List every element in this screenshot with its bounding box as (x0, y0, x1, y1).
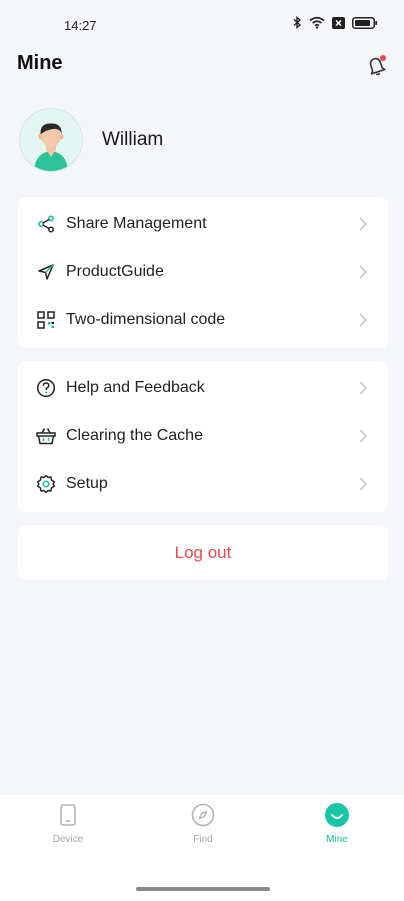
tab-label: Mine (326, 834, 348, 845)
tab-find[interactable]: Find (163, 802, 243, 845)
chevron-right-icon (359, 217, 368, 231)
tab-mine[interactable]: Mine (297, 802, 377, 845)
logout-button[interactable]: Log out (18, 525, 388, 580)
menu-label: ProductGuide (66, 263, 164, 280)
product-guide-item[interactable]: ProductGuide (18, 249, 388, 295)
help-icon (35, 377, 57, 399)
share-icon (35, 213, 57, 235)
bluetooth-icon (293, 16, 302, 29)
chevron-right-icon (359, 477, 368, 491)
menu-label: Two-dimensional code (66, 311, 226, 328)
header: Mine (0, 48, 404, 82)
username: William (102, 129, 164, 150)
menu-label: Setup (66, 475, 108, 492)
home-indicator[interactable] (136, 887, 270, 891)
menu-card-support: Help and Feedback Clearing the Cache Set… (18, 361, 388, 512)
menu-label: Share Management (66, 215, 207, 232)
status-bar: 14:27 (0, 0, 404, 48)
clearing-cache-item[interactable]: Clearing the Cache (18, 413, 388, 459)
chevron-right-icon (359, 429, 368, 443)
logout-card: Log out (18, 525, 388, 580)
no-sim-icon (332, 16, 345, 29)
compass-icon (191, 803, 215, 827)
battery-icon (352, 16, 378, 29)
page-title: Mine (17, 52, 63, 74)
chevron-right-icon (359, 381, 368, 395)
menu-label: Clearing the Cache (66, 427, 203, 444)
chevron-right-icon (359, 313, 368, 327)
tab-label: Find (193, 834, 213, 845)
wifi-icon (309, 16, 325, 29)
bottom-tab-bar: Device Find Mine (0, 793, 404, 901)
bell-notification-icon (369, 55, 386, 76)
status-icons (293, 16, 378, 29)
notifications-button[interactable] (364, 53, 388, 77)
menu-card-account: Share Management ProductGuide Two-dimens… (18, 197, 388, 348)
smiley-icon (325, 803, 349, 827)
menu-label: Help and Feedback (66, 379, 205, 396)
navigation-arrow-icon (35, 261, 57, 283)
tab-device[interactable]: Device (28, 802, 108, 845)
profile-section[interactable]: William (19, 108, 163, 172)
chevron-right-icon (359, 265, 368, 279)
device-icon (60, 804, 76, 826)
user-avatar-icon (34, 123, 68, 171)
help-feedback-item[interactable]: Help and Feedback (18, 365, 388, 411)
settings-gear-icon (35, 473, 57, 495)
two-dimensional-code-item[interactable]: Two-dimensional code (18, 297, 388, 343)
setup-item[interactable]: Setup (18, 461, 388, 507)
status-time: 14:27 (64, 18, 97, 33)
share-management-item[interactable]: Share Management (18, 201, 388, 247)
qr-code-icon (35, 309, 57, 331)
tab-label: Device (52, 834, 84, 845)
avatar[interactable] (19, 108, 83, 172)
basket-icon (35, 425, 57, 447)
